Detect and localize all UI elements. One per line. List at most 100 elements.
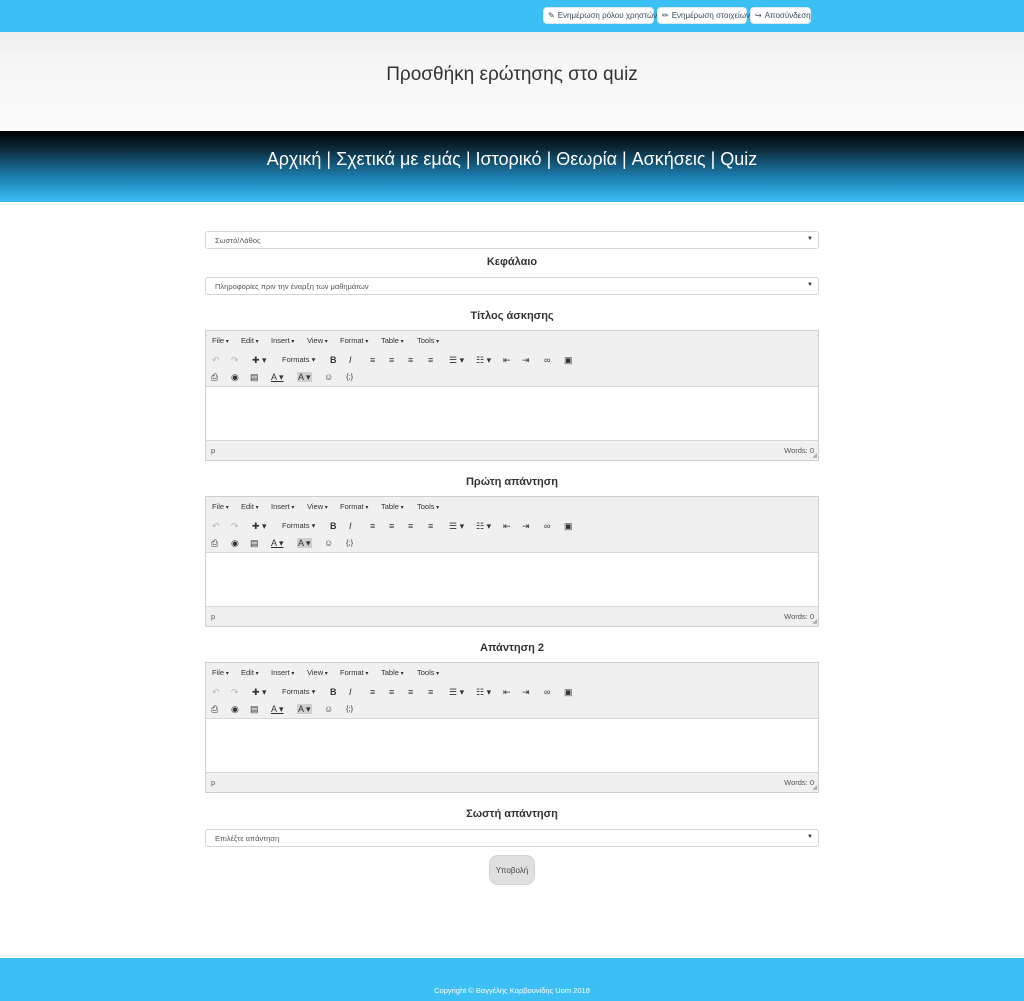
file-menu[interactable]: File [212, 668, 229, 677]
outdent-icon[interactable]: ⇤ [503, 521, 511, 531]
nav-exercises[interactable]: Ασκήσεις [632, 149, 706, 169]
align-right-icon[interactable]: ≡ [408, 687, 413, 697]
insert-menu[interactable]: Insert [271, 668, 294, 677]
emoticons-icon[interactable]: ☺ [324, 704, 333, 714]
align-center-icon[interactable]: ≡ [389, 521, 394, 531]
tools-menu[interactable]: Tools [417, 668, 439, 677]
correct-answer-select[interactable]: Επιλέξτε απάντηση ▼ [205, 829, 819, 847]
bold-icon[interactable]: B [330, 687, 337, 697]
bullet-list-icon[interactable]: ☰ ▾ [449, 355, 464, 365]
image-icon[interactable]: ▣ [564, 521, 573, 531]
insert-plus-icon[interactable]: ✚ ▾ [252, 521, 267, 531]
preview-icon[interactable]: ◉ [231, 372, 239, 382]
align-justify-icon[interactable]: ≡ [428, 687, 433, 697]
italic-icon[interactable]: I [349, 687, 352, 697]
outdent-icon[interactable]: ⇤ [503, 355, 511, 365]
background-color-icon[interactable]: A ▾ [297, 538, 312, 548]
numbered-list-icon[interactable]: ☷ ▾ [476, 687, 491, 697]
text-color-icon[interactable]: A ▾ [271, 704, 284, 714]
editor-content-area[interactable] [206, 719, 818, 773]
italic-icon[interactable]: I [349, 355, 352, 365]
preview-icon[interactable]: ◉ [231, 538, 239, 548]
text-color-icon[interactable]: A ▾ [271, 372, 284, 382]
numbered-list-icon[interactable]: ☷ ▾ [476, 355, 491, 365]
element-path[interactable]: p [211, 778, 215, 787]
media-icon[interactable]: ▤ [250, 538, 259, 548]
question-type-select[interactable]: Σωστό/Λάθος ▼ [205, 231, 819, 249]
file-menu[interactable]: File [212, 502, 229, 511]
element-path[interactable]: p [211, 612, 215, 621]
format-menu[interactable]: Format [340, 502, 368, 511]
edit-menu[interactable]: Edit [241, 336, 259, 345]
undo-icon[interactable]: ↶ [212, 355, 220, 365]
redo-icon[interactable]: ↷ [231, 687, 239, 697]
align-center-icon[interactable]: ≡ [389, 355, 394, 365]
editor-content-area[interactable] [206, 553, 818, 607]
undo-icon[interactable]: ↶ [212, 521, 220, 531]
align-left-icon[interactable]: ≡ [370, 521, 375, 531]
emoticons-icon[interactable]: ☺ [324, 538, 333, 548]
link-icon[interactable]: ∞ [544, 687, 550, 697]
formats-dropdown[interactable]: Formats ▾ [282, 521, 315, 531]
link-icon[interactable]: ∞ [544, 355, 550, 365]
indent-icon[interactable]: ⇥ [522, 355, 530, 365]
table-menu[interactable]: Table [381, 668, 404, 677]
italic-icon[interactable]: I [349, 521, 352, 531]
resize-handle-icon[interactable]: ◢ [812, 618, 817, 625]
preview-icon[interactable]: ◉ [231, 704, 239, 714]
outdent-icon[interactable]: ⇤ [503, 687, 511, 697]
insert-menu[interactable]: Insert [271, 502, 294, 511]
insert-plus-icon[interactable]: ✚ ▾ [252, 687, 267, 697]
align-justify-icon[interactable]: ≡ [428, 355, 433, 365]
link-icon[interactable]: ∞ [544, 521, 550, 531]
align-left-icon[interactable]: ≡ [370, 687, 375, 697]
update-details-button[interactable]: ✏ Ενημέρωση στοιχείων [657, 7, 750, 24]
media-icon[interactable]: ▤ [250, 704, 259, 714]
insert-menu[interactable]: Insert [271, 336, 294, 345]
view-menu[interactable]: View [307, 668, 328, 677]
align-left-icon[interactable]: ≡ [370, 355, 375, 365]
edit-menu[interactable]: Edit [241, 502, 259, 511]
text-color-icon[interactable]: A ▾ [271, 538, 284, 548]
print-icon[interactable]: ⎙ [211, 538, 218, 548]
print-icon[interactable]: ⎙ [211, 372, 218, 382]
chapter-select[interactable]: Πληροφορίες πριν την έναρξη των μαθημάτω… [205, 277, 819, 295]
nav-history[interactable]: Ιστορικό [476, 149, 542, 169]
formats-dropdown[interactable]: Formats ▾ [282, 355, 315, 365]
media-icon[interactable]: ▤ [250, 372, 259, 382]
edit-menu[interactable]: Edit [241, 668, 259, 677]
view-menu[interactable]: View [307, 336, 328, 345]
element-path[interactable]: p [211, 446, 215, 455]
bold-icon[interactable]: B [330, 355, 337, 365]
editor-content-area[interactable] [206, 387, 818, 441]
image-icon[interactable]: ▣ [564, 355, 573, 365]
table-menu[interactable]: Table [381, 336, 404, 345]
image-icon[interactable]: ▣ [564, 687, 573, 697]
align-right-icon[interactable]: ≡ [408, 521, 413, 531]
redo-icon[interactable]: ↷ [231, 355, 239, 365]
align-right-icon[interactable]: ≡ [408, 355, 413, 365]
align-justify-icon[interactable]: ≡ [428, 521, 433, 531]
align-center-icon[interactable]: ≡ [389, 687, 394, 697]
nav-home[interactable]: Αρχική [267, 149, 322, 169]
bullet-list-icon[interactable]: ☰ ▾ [449, 521, 464, 531]
nav-about[interactable]: Σχετικά με εμάς [336, 149, 461, 169]
update-user-roles-button[interactable]: ✎ Ενημέρωση ρόλου χρηστών [543, 7, 657, 24]
bold-icon[interactable]: B [330, 521, 337, 531]
tools-menu[interactable]: Tools [417, 502, 439, 511]
insert-plus-icon[interactable]: ✚ ▾ [252, 355, 267, 365]
format-menu[interactable]: Format [340, 336, 368, 345]
redo-icon[interactable]: ↷ [231, 521, 239, 531]
resize-handle-icon[interactable]: ◢ [812, 784, 817, 791]
indent-icon[interactable]: ⇥ [522, 521, 530, 531]
logout-button[interactable]: ↪ Αποσύνδεση [750, 7, 811, 24]
print-icon[interactable]: ⎙ [211, 704, 218, 714]
code-icon[interactable]: {;} [346, 704, 353, 714]
numbered-list-icon[interactable]: ☷ ▾ [476, 521, 491, 531]
indent-icon[interactable]: ⇥ [522, 687, 530, 697]
format-menu[interactable]: Format [340, 668, 368, 677]
undo-icon[interactable]: ↶ [212, 687, 220, 697]
emoticons-icon[interactable]: ☺ [324, 372, 333, 382]
file-menu[interactable]: File [212, 336, 229, 345]
nav-quiz[interactable]: Quiz [720, 149, 757, 169]
